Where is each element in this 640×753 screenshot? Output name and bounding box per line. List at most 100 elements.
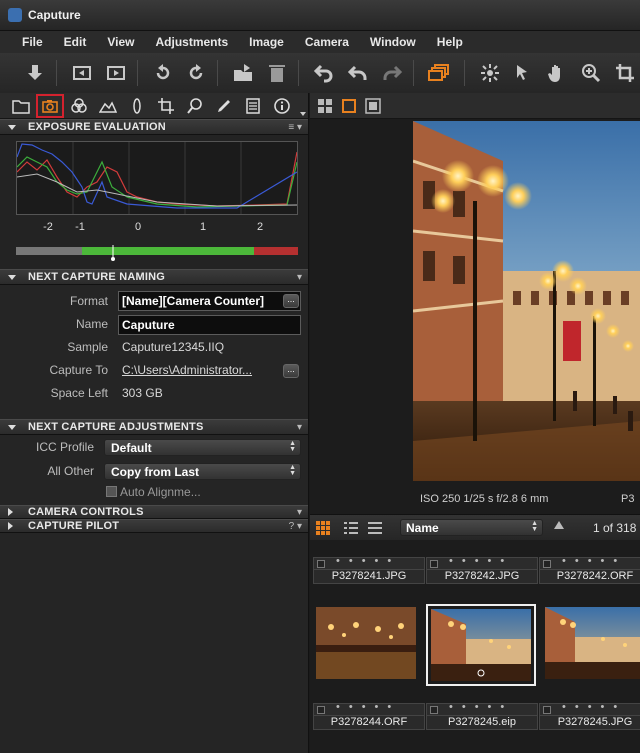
sort-by-select[interactable]: Name ▲ ▼ [400, 519, 543, 536]
select-checkbox[interactable] [543, 706, 551, 714]
undo-icon[interactable] [309, 58, 339, 88]
select-checkbox[interactable] [317, 560, 325, 568]
next-capture-naming-header[interactable]: NEXT CAPTURE NAMING ▾ [0, 269, 308, 285]
thumbnail-item[interactable]: ••••• P3278242.ORF [539, 555, 640, 584]
adjustments-icon[interactable] [211, 95, 237, 117]
auto-align-checkbox[interactable] [106, 486, 117, 497]
name-row: Name Caputure [0, 312, 308, 335]
select-icon[interactable] [509, 58, 539, 88]
rating-dots[interactable]: ••••• [336, 555, 400, 567]
rating-dots[interactable]: ••••• [449, 555, 513, 567]
sort-direction-icon[interactable] [554, 521, 564, 529]
grid-view-icon[interactable] [314, 96, 336, 116]
select-checkbox[interactable] [317, 706, 325, 714]
rating-bar[interactable]: ••••• [426, 701, 538, 715]
move-to-folder-icon[interactable] [228, 58, 258, 88]
rating-bar[interactable]: ••••• [539, 555, 640, 569]
rating-dots[interactable]: ••••• [562, 555, 626, 567]
details-view-icon[interactable] [366, 519, 384, 537]
undo-step-icon[interactable] [343, 58, 373, 88]
rating-bar[interactable]: ••••• [539, 701, 640, 715]
camera-icon[interactable] [36, 93, 64, 118]
exposure-icon[interactable] [95, 95, 121, 117]
zoom-icon[interactable] [576, 58, 606, 88]
menu-view[interactable]: View [97, 35, 145, 49]
thumbnail-item[interactable]: ••••• P3278245.JPG [539, 701, 640, 730]
lens-icon[interactable] [124, 95, 150, 117]
thumbnail-view-icon[interactable] [314, 519, 332, 537]
library-icon[interactable] [8, 95, 34, 117]
select-checkbox[interactable] [543, 560, 551, 568]
thumbnail-item[interactable]: ••••• P3278244.ORF [313, 701, 425, 730]
icc-profile-select[interactable]: Default ▲ ▼ [104, 439, 301, 456]
menu-image[interactable]: Image [239, 35, 295, 49]
sun-icon[interactable] [475, 58, 505, 88]
thumbnail-image[interactable] [316, 607, 416, 679]
next-icon[interactable] [101, 58, 131, 88]
rating-dots[interactable]: ••••• [562, 701, 626, 713]
info-icon[interactable] [269, 95, 295, 117]
menu-window[interactable]: Window [360, 35, 427, 49]
menu-bar: File Edit View Adjustments Image Camera … [0, 31, 640, 53]
list-view-icon[interactable] [342, 519, 360, 537]
rating-dots[interactable]: ••••• [336, 701, 400, 713]
select-checkbox[interactable] [430, 560, 438, 568]
name-label: Name [75, 317, 108, 331]
help-icon[interactable]: ? ▾ [289, 521, 302, 532]
histogram [16, 141, 298, 215]
focus-icon[interactable] [182, 95, 208, 117]
crop-icon[interactable] [610, 58, 640, 88]
thumbnail-image[interactable] [545, 607, 640, 679]
menu-camera[interactable]: Camera [295, 35, 360, 49]
menu-adjustments[interactable]: Adjustments [145, 35, 239, 49]
section-menu-icon[interactable]: ▾ [297, 422, 302, 433]
fullscreen-view-icon[interactable] [362, 96, 384, 116]
format-field[interactable]: [Name][Camera Counter] [118, 291, 301, 311]
previous-icon[interactable] [67, 58, 97, 88]
rotate-left-icon[interactable] [148, 58, 178, 88]
import-icon[interactable] [20, 58, 50, 88]
image-count: 1 of 318 [593, 521, 637, 535]
rating-bar[interactable]: ••••• [313, 555, 425, 569]
menu-file[interactable]: File [12, 35, 54, 49]
menu-help[interactable]: Help [427, 35, 474, 49]
metadata-icon[interactable] [240, 95, 266, 117]
capture-pilot-header[interactable]: CAPTURE PILOT ? ▾ [0, 519, 308, 533]
thumbnail-item[interactable]: ••••• P3278241.JPG [313, 555, 425, 584]
thumbnail-filename: P3278242.ORF [539, 569, 640, 584]
thumbnail-image-selected[interactable] [426, 604, 536, 686]
thumbnail-item[interactable]: ••••• P3278242.JPG [426, 555, 538, 584]
single-view-icon[interactable] [338, 96, 360, 116]
pan-icon[interactable] [542, 58, 572, 88]
menu-edit[interactable]: Edit [54, 35, 98, 49]
exposure-evaluation-header[interactable]: EXPOSURE EVALUATION ≡ ▾ [0, 119, 308, 135]
thumbnail-filename: P3278242.JPG [426, 569, 538, 584]
collapse-triangle-icon [8, 508, 13, 516]
toolbar-divider [55, 60, 57, 86]
rating-bar[interactable]: ••••• [313, 701, 425, 715]
tool-panel: EXPOSURE EVALUATION ≡ ▾ -2 -1 0 1 2 NEXT… [0, 93, 309, 753]
rotate-right-icon[interactable] [182, 58, 212, 88]
crop-icon[interactable] [153, 95, 179, 117]
format-browse-button[interactable]: ... [283, 294, 299, 308]
capture-to-browse-button[interactable]: ... [283, 364, 299, 378]
trash-icon[interactable] [262, 58, 292, 88]
layers-icon[interactable] [424, 58, 454, 88]
section-menu-icon[interactable]: ▾ [297, 507, 302, 518]
toolbar-divider [412, 60, 414, 86]
select-checkbox[interactable] [430, 706, 438, 714]
all-other-select[interactable]: Copy from Last ▲ ▼ [104, 463, 301, 480]
capture-to-path[interactable]: C:\Users\Administrator... [122, 363, 252, 377]
panel-dropdown-icon[interactable] [300, 112, 306, 116]
camera-controls-header[interactable]: CAMERA CONTROLS ▾ [0, 505, 308, 519]
rating-bar[interactable]: ••••• [426, 555, 538, 569]
section-menu-icon[interactable]: ▾ [297, 272, 302, 283]
thumbnail-item[interactable]: ••••• P3278245.eip [426, 701, 538, 730]
redo-icon[interactable] [377, 58, 407, 88]
next-capture-adjustments-header[interactable]: NEXT CAPTURE ADJUSTMENTS ▾ [0, 419, 308, 435]
color-icon[interactable] [66, 95, 92, 117]
name-field[interactable]: Caputure [118, 315, 301, 335]
rating-dots[interactable]: ••••• [449, 701, 513, 713]
section-menu-icon[interactable]: ≡ ▾ [288, 122, 302, 133]
main-photo-preview[interactable] [413, 121, 640, 481]
